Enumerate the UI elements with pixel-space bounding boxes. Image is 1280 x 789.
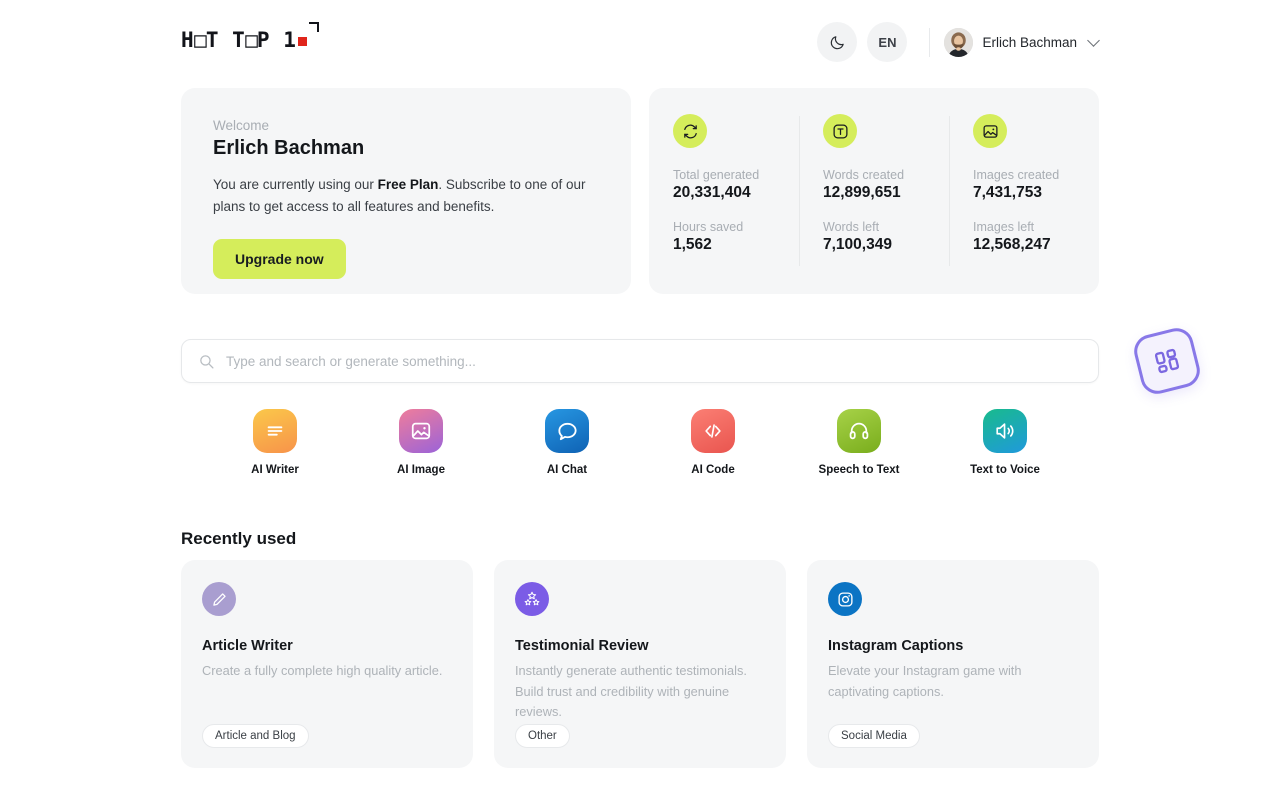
recent-card-description: Elevate your Instagram game with captiva…	[828, 663, 1022, 699]
stat-label: Images created	[973, 168, 1060, 182]
tile-label: AI Image	[397, 464, 445, 476]
code-icon	[691, 409, 735, 453]
tile-ai-writer[interactable]: AI Writer	[242, 409, 308, 476]
moon-icon	[830, 35, 844, 49]
stat-label: Words created	[823, 168, 905, 182]
tile-ai-code[interactable]: AI Code	[680, 409, 746, 476]
logo-corner-bracket	[309, 22, 320, 32]
logo-mark	[297, 22, 320, 52]
grid-apps-icon	[1154, 348, 1180, 374]
instagram-icon	[828, 582, 862, 616]
stat-value: 7,100,349	[823, 236, 892, 253]
tile-ai-chat[interactable]: AI Chat	[534, 409, 600, 476]
stat-value: 7,431,753	[973, 184, 1042, 201]
recent-card-tag[interactable]: Social Media	[828, 724, 920, 748]
language-label: EN	[878, 34, 897, 50]
stat-column-total-generated: Total generated 20,331,404 Hours saved 1…	[649, 114, 799, 274]
apps-grid-float-button[interactable]	[1130, 324, 1204, 398]
search-input[interactable]	[226, 353, 1082, 369]
stat-label: Hours saved	[673, 220, 744, 234]
welcome-plan-name: Free Plan	[377, 177, 439, 192]
tile-label: Text to Voice	[970, 464, 1040, 476]
app-header: H□T T□P 1 EN Erlich Bachman	[0, 0, 1280, 84]
chat-bubble-icon	[545, 409, 589, 453]
user-name-label: Erlich Bachman	[982, 34, 1077, 50]
recent-card-instagram-captions[interactable]: Instagram Captions Elevate your Instagra…	[807, 560, 1099, 768]
pencil-icon	[202, 582, 236, 616]
recent-card-title: Article Writer	[202, 638, 293, 654]
stat-value: 12,568,247	[973, 236, 1051, 253]
tile-label: AI Code	[691, 464, 735, 476]
recent-card-article-writer[interactable]: Article Writer Create a fully complete h…	[181, 560, 473, 768]
recent-card-tag[interactable]: Article and Blog	[202, 724, 309, 748]
theme-toggle-button[interactable]	[817, 22, 858, 62]
tile-ai-image[interactable]: AI Image	[388, 409, 454, 476]
stat-value: 1,562	[673, 236, 712, 253]
tile-label: Speech to Text	[818, 464, 900, 476]
stat-value: 12,899,651	[823, 184, 901, 201]
avatar-photo	[944, 27, 974, 57]
search-bar[interactable]	[181, 339, 1099, 383]
tile-label: AI Writer	[251, 464, 299, 476]
image-icon	[973, 114, 1007, 148]
stat-column-words-created: Words created 12,899,651 Words left 7,10…	[799, 114, 949, 274]
language-button[interactable]: EN	[867, 22, 908, 62]
recent-card-description: Create a fully complete high quality art…	[202, 663, 443, 678]
category-tiles: AI Writer AI Image AI Chat AI Code Speec…	[181, 409, 1099, 476]
image-icon	[399, 409, 443, 453]
welcome-card: Welcome Erlich Bachman You are currently…	[181, 88, 631, 294]
recently-used-list: Article Writer Create a fully complete h…	[181, 560, 1099, 768]
welcome-user-name: Erlich Bachman	[213, 137, 365, 159]
app-logo[interactable]: H□T T□P 1	[181, 22, 320, 52]
welcome-label: Welcome	[213, 118, 270, 133]
avatar	[944, 27, 974, 57]
text-t-icon	[823, 114, 857, 148]
headphones-icon	[837, 409, 881, 453]
recent-card-title: Instagram Captions	[828, 638, 964, 654]
chevron-down-icon	[1087, 33, 1100, 47]
upgrade-now-button[interactable]: Upgrade now	[213, 238, 346, 279]
recent-card-testimonial-review[interactable]: Testimonial Review Instantly generate au…	[494, 560, 786, 768]
recent-card-tag[interactable]: Other	[515, 724, 570, 748]
stat-label: Images left	[973, 220, 1035, 234]
stars-icon	[515, 582, 549, 616]
summary-cards-row: Welcome Erlich Bachman You are currently…	[181, 88, 1099, 294]
header-actions: EN Erlich Bachman	[817, 22, 1100, 62]
stats-card: Total generated 20,331,404 Hours saved 1…	[649, 88, 1099, 294]
search-icon	[200, 354, 214, 369]
stat-value: 20,331,404	[673, 184, 751, 201]
tile-speech-to-text[interactable]: Speech to Text	[819, 409, 899, 476]
tile-text-to-voice[interactable]: Text to Voice	[970, 409, 1040, 476]
logo-text: H□T T□P 1	[181, 28, 297, 52]
user-menu[interactable]: Erlich Bachman	[929, 27, 1100, 57]
text-lines-icon	[253, 409, 297, 453]
recent-card-title: Testimonial Review	[515, 638, 649, 654]
stat-label: Total generated	[673, 168, 760, 182]
refresh-cycle-icon	[673, 114, 707, 148]
recently-used-title: Recently used	[181, 529, 297, 548]
dashboard-page: H□T T□P 1 EN Erlich Bachman Welcome Erli…	[0, 0, 1280, 789]
welcome-desc-part1: You are currently using our	[213, 177, 378, 192]
stat-column-images-created: Images created 7,431,753 Images left 12,…	[949, 114, 1099, 274]
tile-label: AI Chat	[546, 464, 588, 476]
logo-red-square	[298, 37, 308, 46]
welcome-description: You are currently using our Free Plan. S…	[213, 174, 599, 218]
speaker-icon	[983, 409, 1027, 453]
recent-card-description: Instantly generate authentic testimonial…	[515, 663, 747, 720]
stat-label: Words left	[823, 220, 880, 234]
